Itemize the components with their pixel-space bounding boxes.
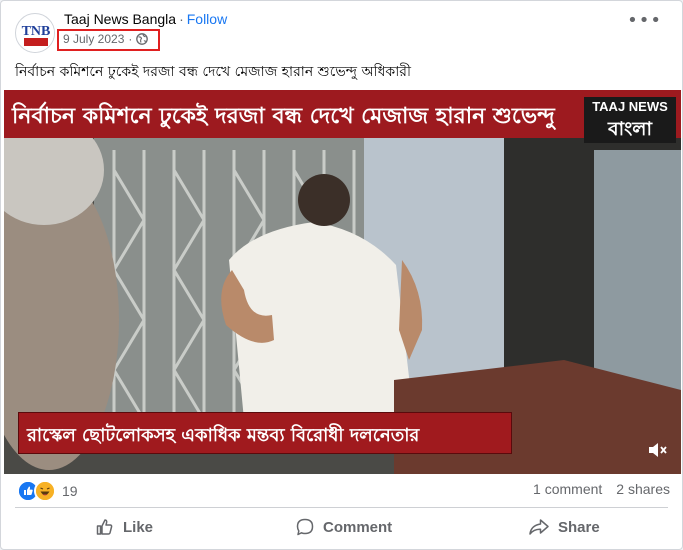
share-icon [528,517,550,537]
share-label: Share [558,518,600,536]
logo-top-text: TAAJ NEWS [592,99,668,114]
follow-button[interactable]: Follow [187,11,227,27]
action-bar: Like Comment Share [1,509,682,545]
avatar-text: TNB [22,24,51,39]
date-separator: · [128,32,133,46]
haha-icon [34,480,56,502]
globe-icon [136,33,149,45]
post-date[interactable]: 9 July 2023 [63,32,124,46]
post-video[interactable]: নির্বাচন কমিশনে ঢুকেই দরজা বন্ধ দেখে মেজ… [4,90,681,474]
more-options-icon[interactable]: ••• [627,12,662,30]
comment-count-link[interactable]: 1 comment [533,481,602,497]
comment-label: Comment [323,518,393,536]
like-button[interactable]: Like [95,509,153,545]
page-avatar[interactable]: TNB [15,13,55,53]
comment-button[interactable]: Comment [295,509,392,545]
comment-icon [295,517,315,537]
reaction-count: 19 [62,483,78,499]
post-meta: 9 July 2023 · [63,32,149,46]
reactions-summary[interactable]: 19 [17,480,78,502]
post-text: নির্বাচন কমিশনে ঢুকেই দরজা বন্ধ দেখে মেজ… [15,64,411,80]
share-button[interactable]: Share [528,509,600,545]
video-headline: নির্বাচন কমিশনে ঢুকেই দরজা বন্ধ দেখে মেজ… [12,104,555,129]
volume-muted-icon[interactable] [647,440,669,460]
caption-band: রাস্কেল ছোটলোকসহ একাধিক মন্তব্য বিরোধী দ… [18,412,512,454]
channel-logo: TAAJ NEWS বাংলা [584,97,676,143]
header-separator: · [179,11,184,27]
logo-bottom-text: বাংলা [608,118,652,140]
video-caption: রাস্কেল ছোটলোকসহ একাধিক মন্তব্য বিরোধী দ… [27,425,420,446]
engagement-stats: 1 comment 2 shares [533,481,670,497]
like-outline-icon [95,517,115,537]
page-name-link[interactable]: Taaj News Bangla [64,11,176,27]
like-label: Like [123,518,154,536]
post-header-title: Taaj News Bangla · Follow [64,11,227,27]
actions-divider [15,507,668,508]
post-card: TNB Taaj News Bangla · Follow 9 July 2023 … [0,0,683,550]
headline-band: নির্বাচন কমিশনে ঢুকেই দরজা বন্ধ দেখে মেজ… [4,90,681,138]
share-count-link[interactable]: 2 shares [616,481,670,497]
